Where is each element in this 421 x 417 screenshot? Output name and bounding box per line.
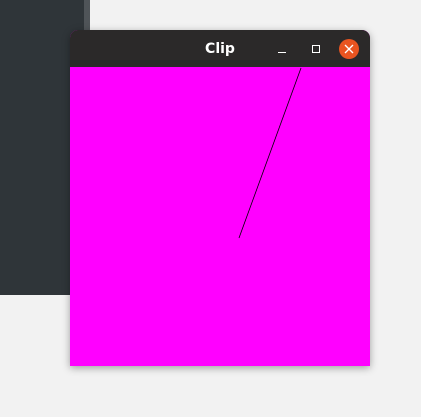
close-button[interactable] [339,39,359,59]
maximize-button[interactable] [306,39,326,59]
minimize-button[interactable] [272,39,292,59]
clip-window: Clip [70,30,370,366]
maximize-icon [312,45,320,53]
clipped-line [238,67,302,239]
background-window-scrollbar [84,0,90,32]
window-titlebar[interactable]: Clip [70,30,370,67]
drawing-canvas[interactable] [70,67,370,366]
minimize-icon [278,51,286,53]
close-icon [344,44,354,54]
canvas-svg [238,67,302,239]
